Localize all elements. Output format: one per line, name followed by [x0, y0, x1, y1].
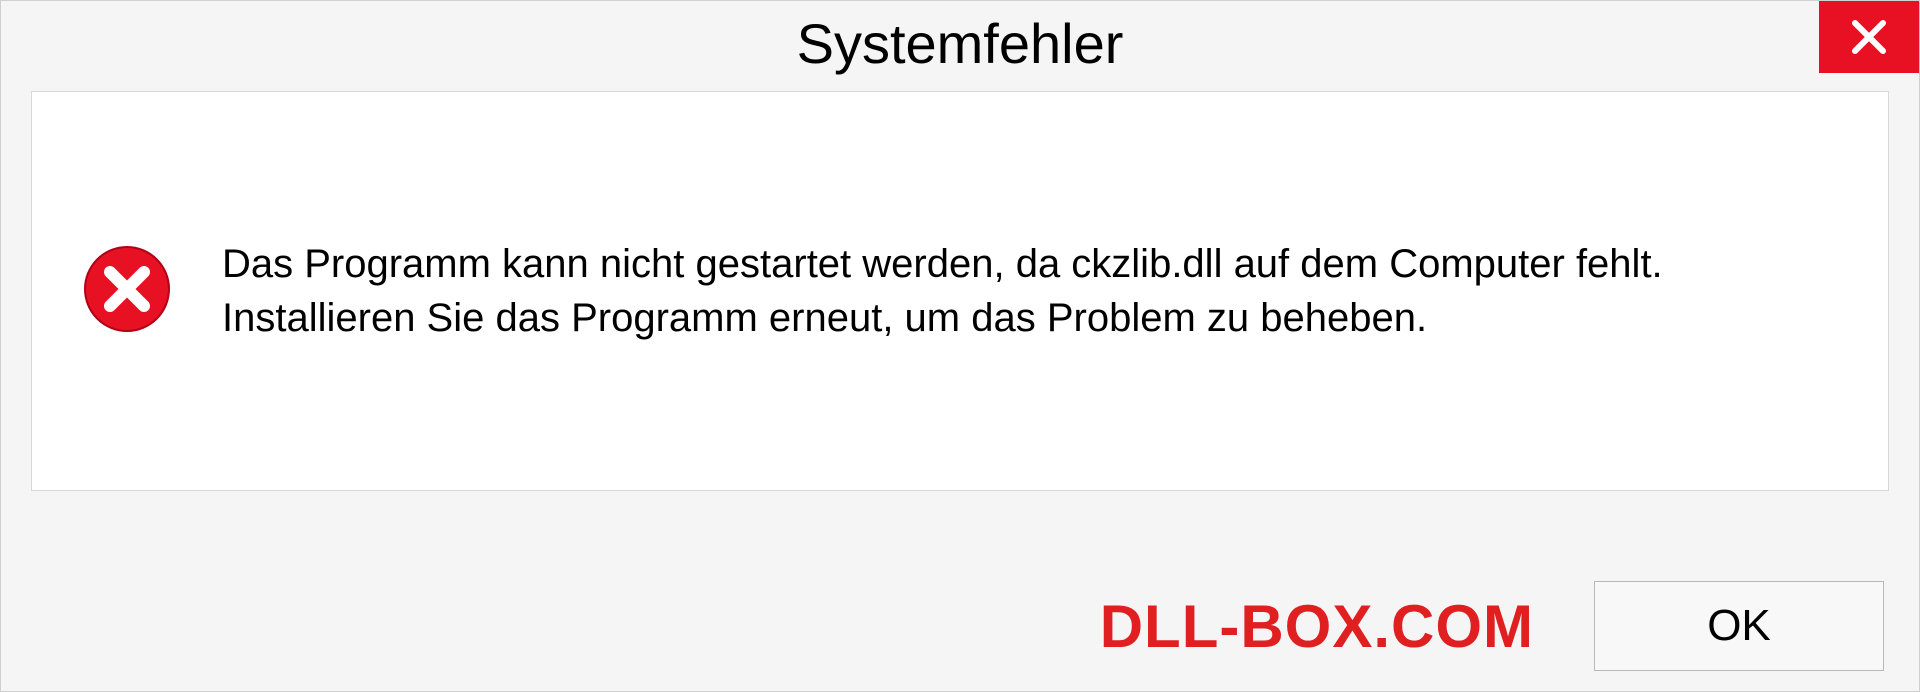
error-icon — [82, 244, 172, 339]
error-message: Das Programm kann nicht gestartet werden… — [222, 237, 1722, 345]
close-icon — [1849, 17, 1889, 57]
watermark-text: DLL-BOX.COM — [1100, 592, 1534, 661]
error-dialog: Systemfehler Das Programm kann nicht ges… — [0, 0, 1920, 692]
dialog-title: Systemfehler — [797, 11, 1124, 76]
content-panel: Das Programm kann nicht gestartet werden… — [31, 91, 1889, 491]
close-button[interactable] — [1819, 1, 1919, 73]
title-bar: Systemfehler — [1, 1, 1919, 91]
dialog-footer: DLL-BOX.COM OK — [1, 581, 1919, 671]
ok-button[interactable]: OK — [1594, 581, 1884, 671]
